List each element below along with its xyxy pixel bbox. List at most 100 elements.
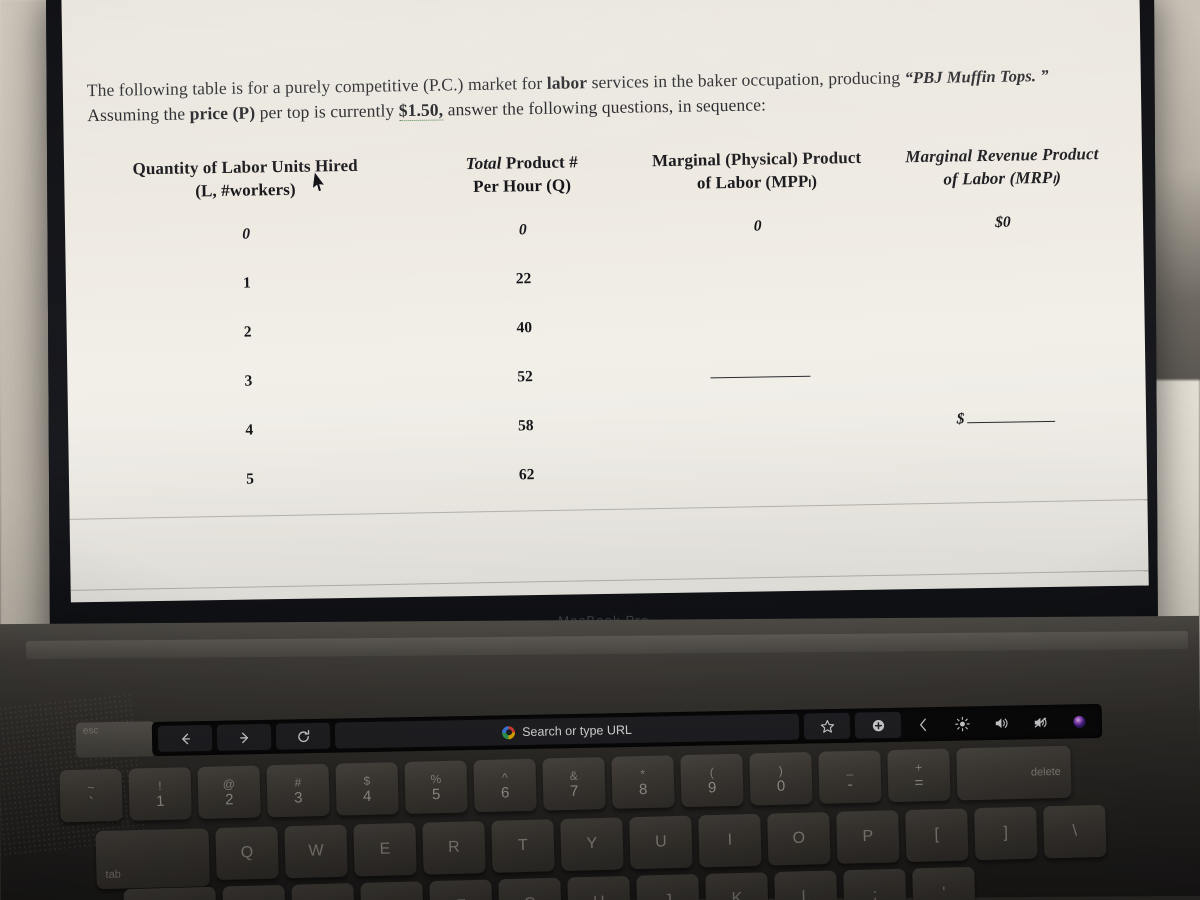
key-i[interactable]: I [698, 813, 762, 868]
search-input[interactable]: Search or type URL [334, 713, 800, 749]
key-minus[interactable]: _ - [818, 750, 882, 804]
key-caps-lock[interactable] [123, 886, 217, 900]
expand-control-strip-button[interactable] [906, 711, 940, 738]
mrp-dollar-sign: $ [956, 409, 965, 427]
header-mpp-line2: of Labor (MPPₗ) [696, 171, 818, 193]
key-quote[interactable]: ' [912, 866, 976, 900]
mute-button[interactable] [1023, 709, 1057, 736]
brightness-button[interactable] [945, 710, 979, 737]
key-lower-label: - [847, 775, 853, 794]
key-y[interactable]: Y [560, 817, 624, 872]
cell-labor: 5 [245, 470, 255, 488]
key-5[interactable]: % 5 [404, 760, 468, 814]
key-e[interactable]: E [353, 822, 417, 877]
key-semicolon[interactable]: ; [843, 868, 907, 900]
key-2[interactable]: @2 [197, 765, 261, 819]
header-total-italic: Total [465, 153, 502, 174]
key-lower-label: 1 [155, 792, 165, 811]
key-l[interactable]: L [774, 870, 838, 900]
key-7[interactable]: & 7 [542, 757, 606, 811]
key-lower-label: 5 [431, 786, 441, 804]
keyboard: ~ ` ! 1 @2 #3 $4 % 5 ^ 6 & 7 * 8 (9 ) 0 _ - + = d… [0, 745, 1200, 900]
key-9[interactable]: (9 [680, 753, 744, 808]
siri-button[interactable] [1062, 708, 1096, 735]
key-equals[interactable]: + = [887, 748, 951, 803]
header-mrp-line1: Marginal Revenue Product [905, 144, 1099, 167]
back-button[interactable] [157, 724, 213, 753]
cell-mpp[interactable] [634, 347, 885, 400]
cell-mrp [884, 294, 1125, 347]
key-d[interactable]: D [360, 881, 424, 900]
key-tab[interactable]: tab [95, 828, 210, 890]
bookmark-button[interactable] [803, 712, 851, 740]
volume-up-icon [995, 717, 1007, 728]
table-body: 0 0 0 $0 1 22 2 40 3 52 4 58 $ 5 62 [79, 196, 1127, 506]
cell-mrp[interactable]: $ [886, 392, 1127, 445]
key-bracket-right[interactable]: ] [974, 806, 1038, 861]
brightness-icon [954, 716, 970, 731]
cell-mrp [883, 245, 1124, 298]
mpp-answer-blank[interactable] [709, 363, 811, 378]
laptop-screen[interactable]: The following table is for a purely comp… [60, 0, 1149, 603]
mouse-cursor-icon [312, 171, 326, 192]
key-f[interactable]: F [429, 879, 493, 900]
key-lower-label: = [914, 774, 924, 792]
key-1[interactable]: ! 1 [128, 767, 192, 821]
cell-labor: 4 [245, 421, 254, 439]
key-lower-label: 4 [362, 787, 372, 805]
key-6[interactable]: ^ 6 [473, 758, 537, 813]
key-4[interactable]: $4 [335, 762, 399, 816]
key-k[interactable]: K [705, 872, 769, 900]
key-tilde[interactable]: ~ ` [59, 768, 123, 823]
key-u[interactable]: U [629, 815, 693, 870]
cell-mpp [634, 298, 885, 351]
prompt-line1-part-a: The following table is for a purely comp… [86, 72, 547, 101]
key-h[interactable]: H [567, 875, 631, 900]
key-backslash[interactable]: \ [1043, 804, 1107, 859]
key-j[interactable]: J [636, 874, 700, 900]
mrp-answer-blank[interactable] [967, 408, 1056, 423]
cell-labor: 2 [243, 323, 252, 341]
header-mrp-line2: of Labor (MRPₗ) [943, 167, 1062, 189]
prompt-line1-part-b: services in the baker occupation, produc… [587, 67, 905, 93]
siri-icon [1072, 715, 1085, 728]
reload-button[interactable] [275, 722, 331, 750]
cell-labor: 0 [242, 225, 251, 243]
key-upper-label: ~ [87, 780, 95, 795]
key-0[interactable]: ) 0 [749, 751, 813, 806]
key-lower-label: 3 [293, 789, 303, 807]
forward-button[interactable] [216, 723, 272, 751]
key-r[interactable]: R [422, 821, 486, 875]
header-total-line2: Per Hour (Q) [473, 175, 572, 197]
cell-total-product: 0 [518, 220, 527, 238]
page-fold-line [70, 570, 1149, 591]
key-delete[interactable]: delete [956, 745, 1072, 801]
key-bracket-left[interactable]: [ [905, 808, 969, 863]
key-p[interactable]: P [836, 810, 900, 864]
new-tab-button[interactable] [854, 711, 902, 739]
key-upper-label: & [569, 768, 578, 783]
key-a[interactable]: A [222, 884, 286, 900]
key-t[interactable]: T [491, 819, 555, 873]
key-upper-label: @ [222, 777, 236, 792]
reload-icon [297, 729, 309, 742]
key-g[interactable]: G [498, 877, 562, 900]
column-header-mrp: Marginal Revenue Product of Labor (MRPₗ) [882, 142, 1123, 200]
key-upper-label: ) [778, 763, 783, 778]
key-upper-label: $ [363, 773, 371, 788]
document-page: The following table is for a purely comp… [61, 0, 1149, 602]
photo-scene: MacBook Pro The following table is for a… [0, 0, 1200, 900]
key-upper-label: * [640, 767, 646, 782]
key-o[interactable]: O [767, 812, 831, 866]
cell-mpp [636, 445, 887, 498]
key-q[interactable]: Q [215, 826, 279, 881]
volume-up-button[interactable] [984, 709, 1018, 736]
key-3[interactable]: #3 [266, 763, 330, 818]
key-8[interactable]: * 8 [611, 755, 675, 809]
search-placeholder-text: Search or type URL [521, 722, 633, 740]
chevron-left-icon [919, 718, 926, 731]
key-w[interactable]: W [284, 824, 348, 879]
key-upper-label: % [430, 772, 442, 787]
cell-total-product: 58 [517, 416, 534, 434]
key-s[interactable]: S [291, 883, 355, 900]
